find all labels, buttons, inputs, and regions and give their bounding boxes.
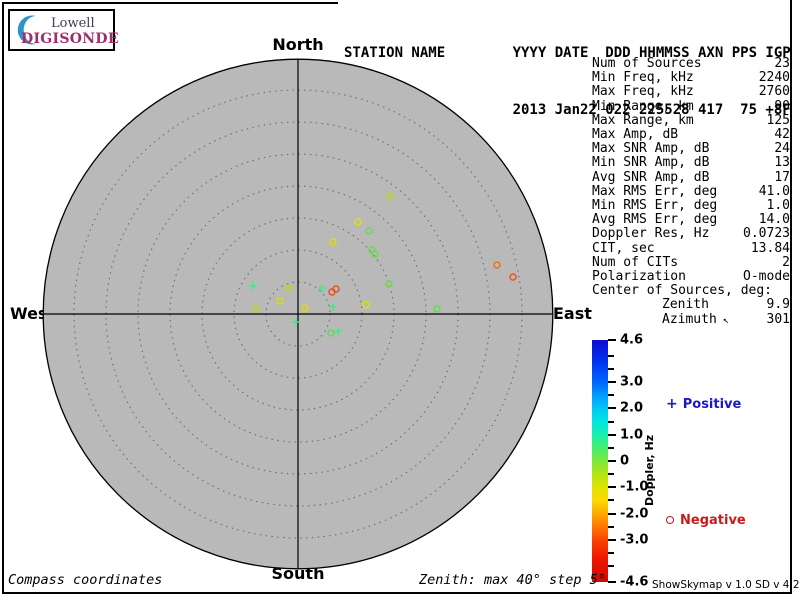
colorbar-tick-label: 3.0 [620,374,644,390]
info-row: Avg SNR Amp, dB 17 [592,169,790,185]
colorbar-axis-label: Doppler, Hz [643,434,656,506]
colorbar-major-tick [608,407,616,410]
info-row: Max Range, km 125 [592,112,790,128]
colorbar-minor-tick [608,394,614,397]
info-row: Min SNR Amp, dB 13 [592,155,790,171]
compass-label-north: North [272,35,324,54]
info-row: Min RMS Err, deg 1.0 [592,198,790,214]
colorbar-major-tick [608,512,616,515]
colorbar-tick-label: 4.6 [620,332,644,348]
footer-zenith-scale-note: Zenith: max 40° step 5° [419,572,606,588]
colorbar-minor-tick [608,565,614,568]
colorbar-minor-tick [608,420,614,423]
frame-top [2,2,338,4]
showskymap-window: Lowell DIGISONDE STATION NAME YYYY DATE … [0,0,800,600]
colorbar-minor-tick [608,499,614,502]
plus-symbol-icon: + [666,396,678,412]
colorbar-minor-tick [608,552,614,555]
info-row: Azimuth ↖ 301 [662,311,790,327]
info-row: Max Amp, dB 42 [592,127,790,143]
info-row: Min Range, km 90 [592,98,790,114]
compass-label-east: East [553,304,592,323]
colorbar-major-tick [608,381,616,384]
colorbar-major-tick [608,339,616,341]
colorbar-major-tick [608,581,616,583]
azimuth-direction-icon: ↖ [716,314,729,326]
colorbar-major-tick [608,433,616,436]
colorbar-minor-tick [608,367,614,370]
colorbar-major-tick [608,460,616,462]
info-row: Avg RMS Err, deg 14.0 [592,212,790,228]
info-row: Max Freq, kHz 2760 [592,84,790,100]
info-row: Zenith 9.9 [662,297,790,313]
colorbar-minor-tick [608,473,614,476]
frame-left [2,2,4,594]
info-row: Max RMS Err, deg 41.0 [592,183,790,199]
skymap-plot [42,58,554,570]
info-row: Polarization O-mode [592,269,790,285]
legend-negative-label: Negative [680,513,746,528]
colorbar-major-tick [608,486,616,489]
colorbar-tick-label: 2.0 [620,400,644,416]
footer-coordinates-note: Compass coordinates [8,572,163,588]
info-row: Num of Sources 23 [592,56,790,71]
info-row: Min Freq, kHz 2240 [592,70,790,86]
info-row: CIT, sec 13.84 [592,240,790,256]
colorbar-minor-tick [608,525,614,528]
colorbar-minor-tick [608,354,614,357]
info-row: Num of CITs 2 [592,254,790,270]
colorbar-tick-label: 0 [620,453,630,469]
frame-bottom [2,592,792,594]
logo-lowell-text: Lowell [51,16,95,31]
measurement-info-panel: Num of Sources 23 Min Freq, kHz 2240 Max Fre… [592,56,790,328]
legend-positive-label: Positive [682,397,742,412]
legend-positive: + Positive [666,396,741,412]
circle-symbol-icon [666,516,674,524]
info-row: Max SNR Amp, dB 24 [592,141,790,157]
colorbar-tick-label: 1.0 [620,427,644,443]
colorbar-minor-tick [608,446,614,449]
info-row: Doppler Res, Hz 0.0723 [592,226,790,242]
footer-version: ShowSkymap v 1.0 SD v 4.2 [652,579,800,591]
colorbar-tick-label: -4.6 [620,574,649,590]
colorbar-major-tick [608,538,616,541]
info-row: Center of Sources, deg: [592,283,773,299]
legend-negative: Negative [666,513,746,528]
doppler-colorbar [592,340,608,582]
